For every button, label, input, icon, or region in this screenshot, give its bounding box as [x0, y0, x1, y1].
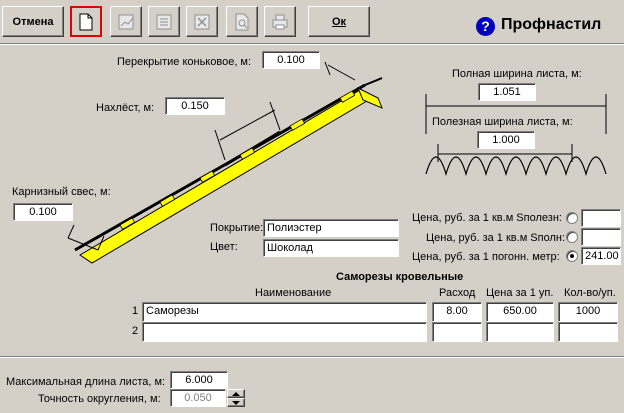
print-icon	[272, 14, 288, 29]
color-label: Цвет:	[210, 241, 238, 253]
screw-price-field[interactable]	[486, 322, 554, 342]
help-icon[interactable]: ?	[476, 17, 495, 36]
coating-label: Покрытие:	[210, 222, 264, 234]
overlap-label: Нахлёст, м:	[96, 102, 155, 114]
price-label-meter: Цена, руб. за 1 погонн. метр:	[412, 251, 560, 263]
new-document-icon	[79, 13, 93, 30]
top-separator	[0, 43, 624, 45]
delete-icon	[194, 14, 210, 29]
screw-usage-field[interactable]	[432, 322, 482, 342]
full-width-label: Полная ширина листа, м:	[452, 68, 582, 80]
print-button[interactable]	[264, 6, 296, 37]
ridge-overlap-field[interactable]: 0.100	[262, 51, 320, 69]
spin-up-button[interactable]	[227, 389, 245, 398]
price-radio-full[interactable]	[566, 231, 578, 243]
chart-icon	[118, 14, 134, 29]
bottom-separator	[0, 356, 624, 358]
screw-name-field[interactable]: Саморезы	[142, 302, 427, 322]
screw-usage-field[interactable]: 8.00	[432, 302, 482, 322]
cancel-button[interactable]: Отмена	[2, 6, 64, 37]
price-label-full: Цена, руб. за 1 кв.м Sполн:	[426, 232, 566, 244]
row-number: 2	[132, 325, 139, 337]
col-header-qty: Кол-во/уп.	[564, 287, 616, 299]
price-field-meter[interactable]: 241.00	[581, 247, 621, 265]
price-radio-useful[interactable]	[566, 212, 578, 224]
col-header-price: Цена за 1 уп.	[486, 287, 554, 299]
preview-icon	[235, 13, 249, 30]
max-length-field[interactable]: 6.000	[170, 371, 228, 389]
max-length-label: Максимальная длина листа, м:	[6, 376, 166, 388]
new-document-button[interactable]	[70, 6, 102, 37]
cancel-button-label: Отмена	[12, 15, 54, 28]
eaves-overhang-field[interactable]: 0.100	[13, 203, 73, 221]
chart-button[interactable]	[110, 6, 142, 37]
col-header-name: Наименование	[255, 287, 332, 299]
screw-name-field[interactable]	[142, 322, 427, 342]
list-button[interactable]	[148, 6, 180, 37]
ridge-overlap-label: Перекрытие коньковое, м:	[117, 56, 252, 68]
spin-down-button[interactable]	[227, 398, 245, 407]
precision-spinner[interactable]	[227, 389, 245, 407]
price-field-full[interactable]	[581, 228, 621, 246]
ok-button-label: Ок	[331, 15, 347, 28]
col-header-usage: Расход	[439, 287, 476, 299]
arrow-up-icon	[232, 391, 240, 396]
delete-button[interactable]	[186, 6, 218, 37]
screw-price-field[interactable]: 650.00	[486, 302, 554, 322]
screw-qty-field[interactable]: 1000	[558, 302, 618, 322]
page-title: Профнастил	[501, 16, 602, 33]
eaves-overhang-label: Карнизный свес, м:	[12, 186, 111, 198]
color-field[interactable]: Шоколад	[263, 239, 399, 257]
precision-label: Точность округления, м:	[38, 393, 161, 405]
preview-button[interactable]	[226, 6, 258, 37]
arrow-down-icon	[232, 400, 240, 405]
list-icon	[156, 14, 172, 29]
ok-button[interactable]: Ок	[308, 6, 370, 37]
row-number: 1	[132, 305, 139, 317]
coating-field[interactable]: Полиэстер	[263, 219, 399, 237]
precision-field[interactable]: 0.050	[170, 389, 226, 407]
price-label-useful: Цена, руб. за 1 кв.м Sполезн:	[412, 212, 562, 224]
sheet-profile-diagram	[425, 94, 607, 177]
screw-qty-field[interactable]	[558, 322, 618, 342]
price-field-useful[interactable]	[581, 209, 621, 227]
overlap-field[interactable]: 0.150	[165, 97, 225, 115]
price-radio-meter[interactable]	[566, 250, 578, 262]
screws-title: Саморезы кровельные	[336, 271, 464, 283]
